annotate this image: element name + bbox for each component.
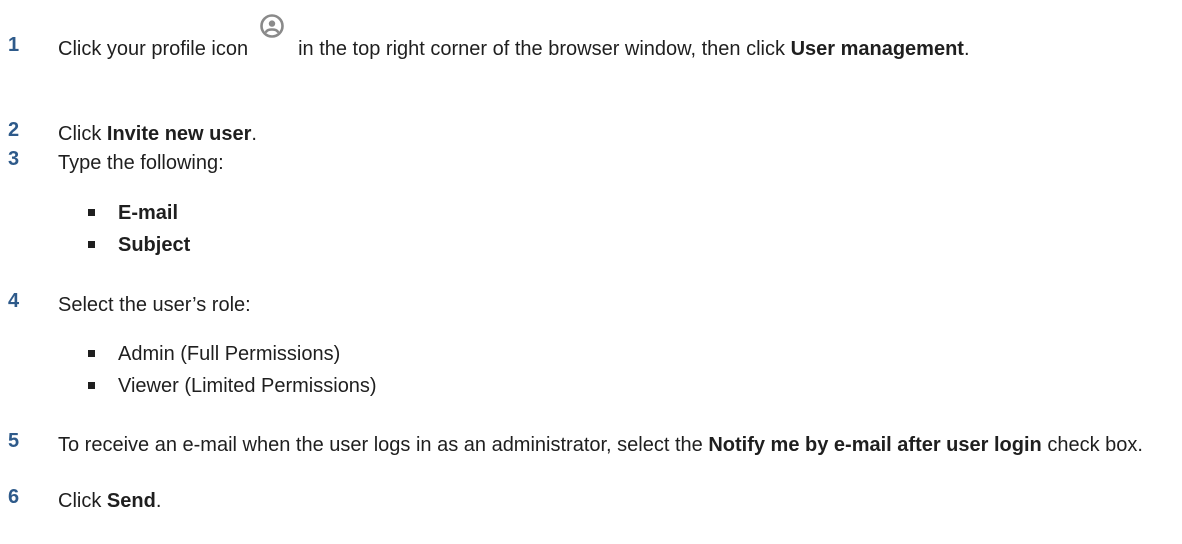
step-number: 5: [8, 430, 20, 452]
invite-new-user-label: Invite new user: [106, 123, 252, 145]
list-item: E-mail: [88, 198, 190, 230]
step-text: Click Invite new user.: [58, 123, 257, 145]
step-text: Click Send.: [58, 490, 162, 512]
bullet-square: [88, 241, 95, 248]
list-item: Subject: [88, 230, 190, 262]
step-number: 1: [8, 34, 20, 56]
step-number: 2: [8, 119, 20, 141]
step-number: 4: [8, 290, 20, 312]
bullet-square: [88, 209, 95, 216]
bullet-square: [88, 350, 95, 357]
list-item: Admin (Full Permissions): [88, 339, 377, 371]
step-text: Type the following:: [58, 152, 224, 174]
step-text: Select the user’s role:: [58, 294, 251, 316]
role-list: Admin (Full Permissions) Viewer (Limited…: [88, 339, 377, 403]
user-management-label: User management: [790, 38, 964, 60]
list-item: Viewer (Limited Permissions): [88, 371, 377, 403]
instruction-document: 1 Click your profile icon in the top righ…: [0, 0, 1182, 544]
step-number: 3: [8, 148, 20, 170]
step-number: 6: [8, 486, 20, 508]
step-text: To receive an e-mail when the user logs …: [58, 434, 1143, 456]
bullet-square: [88, 382, 95, 389]
field-list: E-mail Subject: [88, 198, 190, 262]
step-text: Click your profile icon in the top right …: [58, 14, 1168, 64]
profile-icon: [260, 14, 284, 38]
notify-option-label: Notify me by e-mail after user login: [708, 434, 1042, 456]
send-label: Send: [106, 490, 156, 512]
